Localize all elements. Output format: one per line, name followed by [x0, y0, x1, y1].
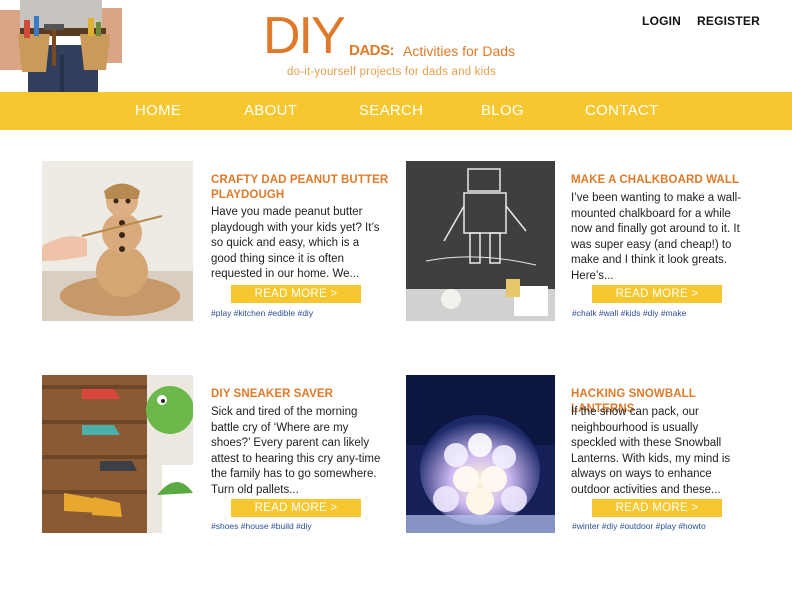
- nav-item-contact[interactable]: CONTACT: [585, 102, 658, 119]
- post-excerpt: If the snow can pack, our neighbourhood …: [571, 406, 731, 496]
- nav-item-blog[interactable]: BLOG: [481, 102, 524, 119]
- nav-item-search[interactable]: SEARCH: [359, 102, 423, 119]
- read-more-button[interactable]: READ MORE >: [231, 499, 361, 517]
- post-card: HACKING SNOWBALL LANTERNS If the snow ca…: [406, 375, 756, 545]
- auth-links: LOGIN REGISTER: [642, 14, 760, 28]
- post-card: DIY SNEAKER SAVER Sick and tired of the …: [42, 375, 392, 545]
- post-card: CRAFTY DAD PEANUT BUTTER PLAYDOUGH Have …: [42, 161, 392, 331]
- site-tagline: do-it-yourself projects for dads and kid…: [287, 66, 496, 78]
- read-more-button[interactable]: READ MORE >: [592, 285, 722, 303]
- post-excerpt: Have you made peanut butter playdough wi…: [211, 206, 380, 280]
- post-card: MAKE A CHALKBOARD WALL I’ve been wanting…: [406, 161, 756, 331]
- logo-subtitle: Activities for Dads: [403, 43, 516, 59]
- read-more-button[interactable]: READ MORE >: [231, 285, 361, 303]
- logo-dads-text: DADS:: [349, 42, 395, 59]
- main-nav: HOME ABOUT SEARCH BLOG CONTACT: [0, 92, 792, 130]
- post-tags[interactable]: #shoes #house #build #diy: [211, 521, 312, 531]
- logo-diy-text: DIY: [263, 7, 346, 65]
- post-tags[interactable]: #winter #diy #outdoor #play #howto: [572, 521, 706, 531]
- post-tags[interactable]: #chalk #wall #kids #diy #make: [572, 308, 686, 318]
- nav-item-about[interactable]: ABOUT: [244, 102, 297, 119]
- post-title[interactable]: DIY SNEAKER SAVER: [211, 387, 396, 402]
- post-excerpt: I’ve been wanting to make a wall-mounted…: [571, 192, 742, 282]
- read-more-button[interactable]: READ MORE >: [592, 499, 722, 517]
- post-title[interactable]: MAKE A CHALKBOARD WALL: [571, 173, 756, 188]
- post-title[interactable]: CRAFTY DAD PEANUT BUTTER PLAYDOUGH: [211, 173, 396, 203]
- post-excerpt: Sick and tired of the morning battle cry…: [211, 406, 381, 496]
- post-thumbnail-sneakers[interactable]: [42, 375, 193, 533]
- post-tags[interactable]: #play #kitchen #edible #diy: [211, 308, 313, 318]
- post-thumbnail-snowball-lanterns[interactable]: [406, 375, 555, 533]
- login-link[interactable]: LOGIN: [642, 14, 681, 28]
- nav-item-home[interactable]: HOME: [135, 102, 181, 119]
- register-link[interactable]: REGISTER: [697, 14, 760, 28]
- hero-dad-toolbelt-image: [0, 0, 125, 92]
- post-thumbnail-chalkboard[interactable]: [406, 161, 555, 321]
- post-thumbnail-playdough[interactable]: [42, 161, 193, 321]
